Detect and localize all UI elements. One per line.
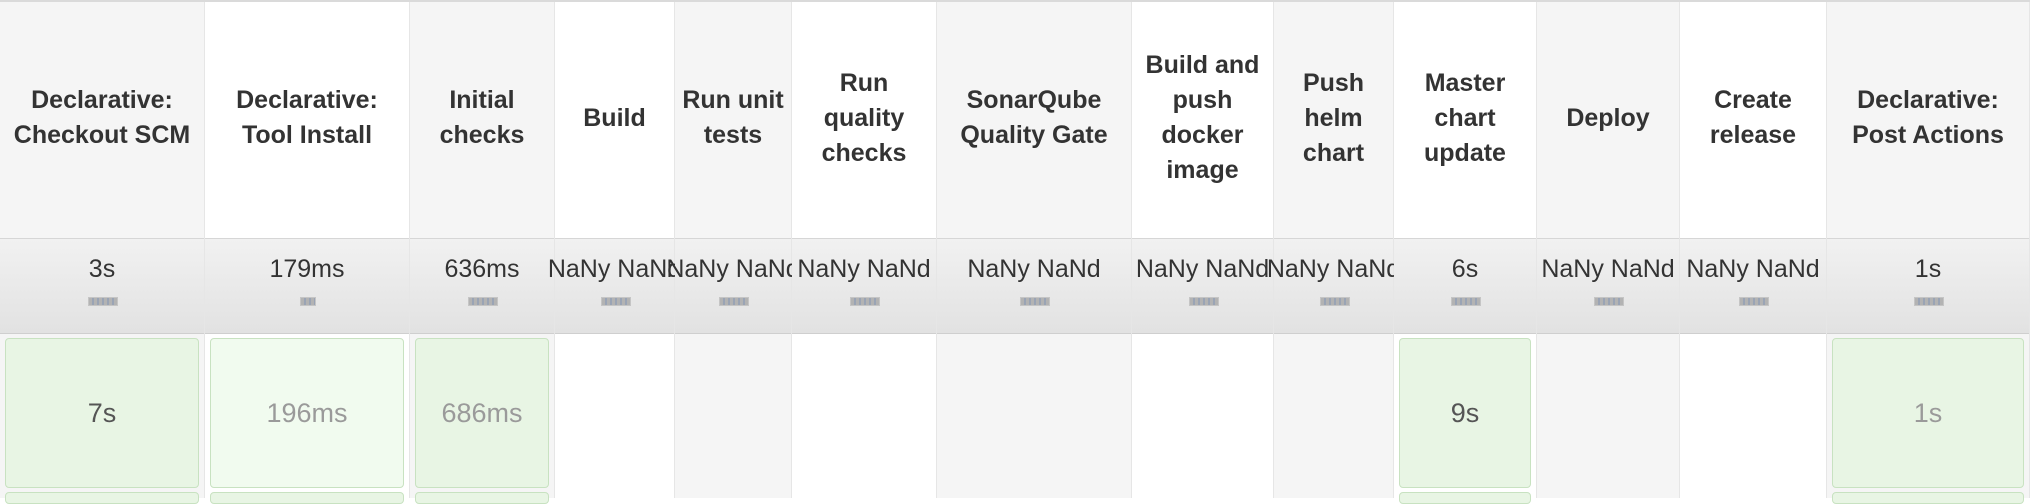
stage-column: Push helm chart NaNy NaNd [1267, 2, 1400, 498]
stage-column: SonarQube Quality Gate NaNy NaNd [937, 2, 1132, 498]
stage-header[interactable]: Build and push docker image [1132, 2, 1273, 234]
stage-header[interactable]: SonarQube Quality Gate [937, 2, 1131, 234]
stage-header[interactable]: Run unit tests [675, 2, 791, 234]
average-time-cell: NaNy NaNd [548, 238, 681, 334]
stage-header[interactable]: Declarative: Checkout SCM [0, 2, 204, 234]
duration-bar-icon [1594, 297, 1624, 306]
duration-bar-icon [1319, 297, 1350, 306]
stage-run-cell[interactable]: 686ms [415, 338, 549, 488]
duration-bar-icon [719, 297, 749, 306]
next-run-cell[interactable] [1832, 492, 2024, 504]
stage-column: Initial checks 636ms 686ms [410, 2, 555, 504]
stage-header[interactable]: Deploy [1537, 2, 1679, 234]
stage-header[interactable]: Create release [1680, 2, 1826, 234]
next-run-cell[interactable] [210, 492, 404, 504]
stage-run-cell[interactable]: 1s [1832, 338, 2024, 488]
duration-bar-icon [88, 297, 118, 306]
stage-column: Declarative: Tool Install 179ms 196ms [205, 2, 410, 504]
duration-bar-icon [1188, 297, 1219, 306]
stage-header[interactable]: Run quality checks [792, 2, 936, 234]
stage-column: Run unit tests NaNy NaNd [666, 2, 800, 498]
duration-bar-icon [468, 297, 498, 306]
average-time-cell: NaNy NaNd [1680, 238, 1826, 334]
stage-column: Declarative: Post Actions 1s 1s [1827, 2, 2030, 504]
average-time-cell: NaNy NaNd [937, 238, 1131, 334]
stage-view-table: Declarative: Checkout SCM 3s 7s Declarat… [0, 0, 2030, 504]
average-time-cell: NaNy NaNd [666, 238, 800, 334]
stage-header[interactable]: Push helm chart [1274, 2, 1393, 234]
average-time-cell: NaNy NaNd [1267, 238, 1400, 334]
average-time-cell: 179ms [205, 238, 409, 334]
next-run-cell[interactable] [1399, 492, 1531, 504]
average-time-cell: NaNy NaNd [792, 238, 936, 334]
stage-header[interactable]: Initial checks [410, 2, 554, 234]
stage-column: Build and push docker image NaNy NaNd [1132, 2, 1274, 498]
average-time-cell: NaNy NaNd [1132, 238, 1273, 334]
duration-bar-icon [1739, 297, 1769, 306]
average-time-cell: NaNy NaNd [1537, 238, 1679, 334]
stage-column: Create release NaNy NaNd [1680, 2, 1827, 498]
stage-column: Run quality checks NaNy NaNd [792, 2, 937, 498]
next-run-cell[interactable] [415, 492, 549, 504]
stage-column: Declarative: Checkout SCM 3s 7s [0, 2, 205, 504]
next-run-cell[interactable] [5, 492, 199, 504]
duration-bar-icon [600, 297, 631, 306]
stage-run-cell[interactable]: 9s [1399, 338, 1531, 488]
stage-header[interactable]: Declarative: Tool Install [205, 2, 409, 234]
stage-header[interactable]: Build [555, 2, 674, 234]
average-time-cell: 3s [0, 238, 204, 334]
duration-bar-icon [1020, 297, 1050, 306]
duration-bar-icon [850, 297, 880, 306]
stage-header[interactable]: Master chart update [1394, 2, 1536, 234]
duration-bar-icon [1914, 297, 1944, 306]
stage-header[interactable]: Declarative: Post Actions [1827, 2, 2029, 234]
duration-bar-icon [1451, 297, 1481, 306]
average-time-cell: 636ms [410, 238, 554, 334]
average-time-cell: 1s [1827, 238, 2029, 334]
stage-column: Build NaNy NaNd [548, 2, 681, 498]
duration-bar-icon [300, 297, 316, 306]
average-time: 1s [1914, 255, 1942, 283]
average-time-cell: 6s [1394, 238, 1536, 334]
stage-column: Master chart update 6s 9s [1394, 2, 1537, 504]
stage-column: Deploy NaNy NaNd [1537, 2, 1680, 498]
stage-run-cell[interactable]: 196ms [210, 338, 404, 488]
stage-run-cell[interactable]: 7s [5, 338, 199, 488]
